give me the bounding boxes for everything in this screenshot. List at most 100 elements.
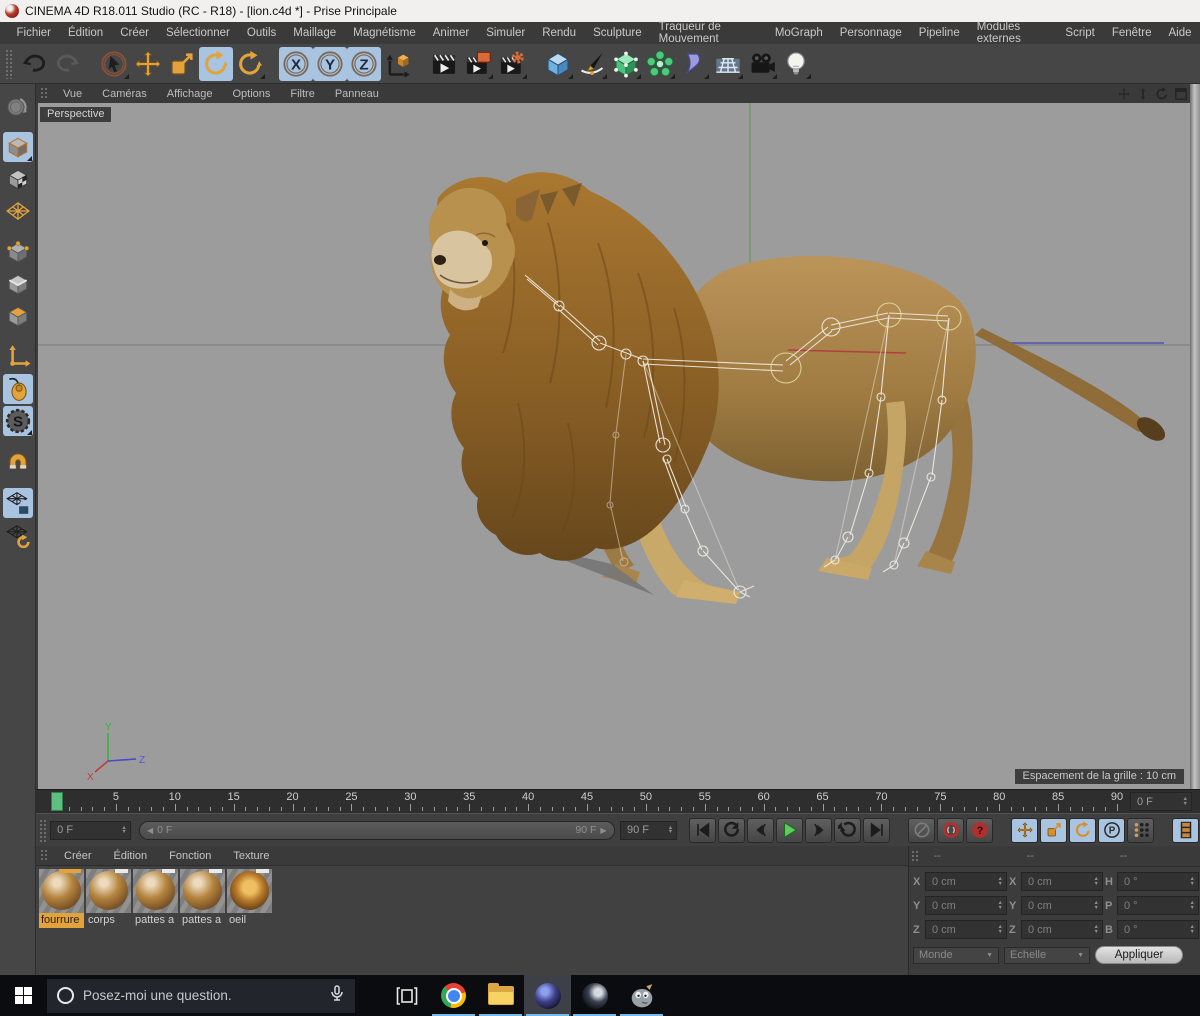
key-rotation-button[interactable] xyxy=(1069,817,1096,843)
play-forward-button[interactable] xyxy=(776,817,803,843)
coords-grip[interactable] xyxy=(911,849,920,863)
play-reverse-button[interactable] xyxy=(718,817,745,843)
pan-view-icon[interactable] xyxy=(1117,87,1131,101)
scale-dropdown[interactable]: Echelle ▼ xyxy=(1004,946,1090,964)
file-explorer-taskbar-button[interactable] xyxy=(477,975,524,1016)
material-menubar-grip[interactable] xyxy=(40,849,49,862)
lock-y-axis-button[interactable]: Y xyxy=(313,46,347,81)
menu-item-pipeline[interactable]: Pipeline xyxy=(910,27,968,39)
material-corps-1[interactable]: corps xyxy=(86,869,131,928)
task-view-taskbar-button[interactable] xyxy=(383,975,430,1016)
world-dropdown[interactable]: Monde ▼ xyxy=(913,946,999,964)
camera-button[interactable] xyxy=(745,47,779,81)
snap-button[interactable]: S xyxy=(2,406,33,436)
spinner-icon[interactable]: ▲ ▼ xyxy=(1091,877,1099,886)
render-picture-viewer-button[interactable] xyxy=(461,47,495,81)
spinner-icon[interactable]: ▲ ▼ xyxy=(665,825,673,835)
spinner-icon[interactable]: ▲ ▼ xyxy=(1180,797,1188,806)
primitive-cube-button[interactable] xyxy=(541,47,575,81)
menu-item-modules-externes[interactable]: Modules externes xyxy=(968,21,1057,45)
menu-item--dition[interactable]: Édition xyxy=(60,27,112,39)
menu-item-personnage[interactable]: Personnage xyxy=(831,27,910,39)
live-selection-button[interactable] xyxy=(97,47,131,81)
viewport-menu-vue[interactable]: Vue xyxy=(53,88,92,100)
magnet-button[interactable] xyxy=(3,447,33,477)
apply-button[interactable]: Appliquer xyxy=(1095,946,1183,964)
menu-item-fichier[interactable]: Fichier xyxy=(8,27,60,39)
spinner-icon[interactable]: ▲ ▼ xyxy=(1091,925,1099,934)
object-axis-mode-button[interactable] xyxy=(3,342,33,372)
material-menu-texture[interactable]: Texture xyxy=(222,850,280,862)
menu-item-sculpture[interactable]: Sculpture xyxy=(585,27,651,39)
current-frame-field[interactable]: 0 F ▲ ▼ xyxy=(50,820,131,840)
polygons-mode-button[interactable] xyxy=(3,301,33,331)
scale-button[interactable] xyxy=(165,47,199,81)
menu-item-fen-tre[interactable]: Fenêtre xyxy=(1103,27,1160,39)
convert-object-button[interactable] xyxy=(3,91,33,121)
timeline-playhead[interactable] xyxy=(51,792,63,811)
model-mode-button[interactable] xyxy=(2,132,33,162)
coord-scale-x-field[interactable]: 0 cm ▲ ▼ xyxy=(1021,872,1103,891)
autokey-button[interactable] xyxy=(908,817,935,843)
viewport-solo-button[interactable] xyxy=(2,374,33,404)
menu-item-rendu[interactable]: Rendu xyxy=(534,27,585,39)
undo-button[interactable] xyxy=(17,47,51,81)
modeling-commands-button[interactable] xyxy=(643,47,677,81)
coord-position-y-field[interactable]: 0 cm ▲ ▼ xyxy=(925,896,1007,915)
keyframe-help-button[interactable]: ? xyxy=(966,817,993,843)
render-view-button[interactable] xyxy=(427,47,461,81)
menu-item-cr-er[interactable]: Créer xyxy=(112,27,158,39)
menu-item-mograph[interactable]: MoGraph xyxy=(766,27,831,39)
deformer-bend-button[interactable] xyxy=(677,47,711,81)
lion-model[interactable] xyxy=(428,172,1169,604)
spinner-icon[interactable]: ▲ ▼ xyxy=(995,925,1003,934)
material-oeil-4[interactable]: oeil xyxy=(227,869,272,928)
coord-rotation-p-field[interactable]: 0 ° ▲ ▼ xyxy=(1117,896,1199,915)
next-frame-button[interactable] xyxy=(805,817,832,843)
spinner-icon[interactable]: ▲ ▼ xyxy=(1091,901,1099,910)
keyframe-selection-button[interactable] xyxy=(1172,817,1199,843)
key-parameter-button[interactable]: P xyxy=(1098,817,1125,843)
end-frame-field[interactable]: 90 F ▲ ▼ xyxy=(620,820,678,840)
coord-rotation-h-field[interactable]: 0 ° ▲ ▼ xyxy=(1117,872,1199,891)
camera-label[interactable]: Perspective xyxy=(40,107,112,122)
subdivision-surface-button[interactable] xyxy=(609,47,643,81)
media-app-taskbar-button[interactable] xyxy=(571,975,618,1016)
lock-x-axis-button[interactable]: X xyxy=(279,46,313,81)
key-position-button[interactable] xyxy=(1011,817,1038,843)
key-scale-button[interactable] xyxy=(1040,817,1067,843)
spinner-icon[interactable]: ▲ ▼ xyxy=(1187,877,1195,886)
lock-workplane-button[interactable] xyxy=(2,488,33,518)
move-button[interactable] xyxy=(131,47,165,81)
loop-mode-button[interactable] xyxy=(834,817,861,843)
spline-pen-button[interactable] xyxy=(575,47,609,81)
material-pattes-a-2[interactable]: pattes a xyxy=(133,869,178,928)
menu-item-animer[interactable]: Animer xyxy=(424,27,477,39)
material-menu-cr-er[interactable]: Créer xyxy=(53,850,103,862)
rotate-button[interactable] xyxy=(199,46,233,81)
menu-item-maillage[interactable]: Maillage xyxy=(285,27,345,39)
render-settings-button[interactable] xyxy=(495,47,529,81)
menu-item-outils[interactable]: Outils xyxy=(238,27,284,39)
goto-end-button[interactable] xyxy=(863,817,890,843)
spinner-icon[interactable]: ▲ ▼ xyxy=(1187,925,1195,934)
spinner-icon[interactable]: ▲ ▼ xyxy=(995,877,1003,886)
key-pla-button[interactable] xyxy=(1127,817,1154,843)
menu-item-s-lectionner[interactable]: Sélectionner xyxy=(157,27,238,39)
coord-scale-z-field[interactable]: 0 cm ▲ ▼ xyxy=(1021,920,1103,939)
timeline-ruler[interactable]: 051015202530354045505560657075808590 0 F… xyxy=(36,789,1200,813)
texture-mode-button[interactable] xyxy=(3,164,33,194)
maximize-view-icon[interactable] xyxy=(1174,87,1188,101)
material-pattes-a-3[interactable]: pattes a xyxy=(180,869,225,928)
cinema4d-taskbar-button[interactable] xyxy=(524,975,571,1016)
cortana-search-box[interactable]: Posez-moi une question. xyxy=(47,978,355,1013)
spinner-icon[interactable]: ▲ ▼ xyxy=(995,901,1003,910)
previous-frame-button[interactable] xyxy=(747,817,774,843)
light-button[interactable] xyxy=(779,47,813,81)
redo-button[interactable] xyxy=(51,47,85,81)
menu-item-magn-tisme[interactable]: Magnétisme xyxy=(345,27,425,39)
spinner-icon[interactable]: ▲ ▼ xyxy=(118,825,126,835)
material-menu--dition[interactable]: Édition xyxy=(103,850,159,862)
coordinate-system-button[interactable] xyxy=(381,47,415,81)
menu-item-script[interactable]: Script xyxy=(1057,27,1103,39)
